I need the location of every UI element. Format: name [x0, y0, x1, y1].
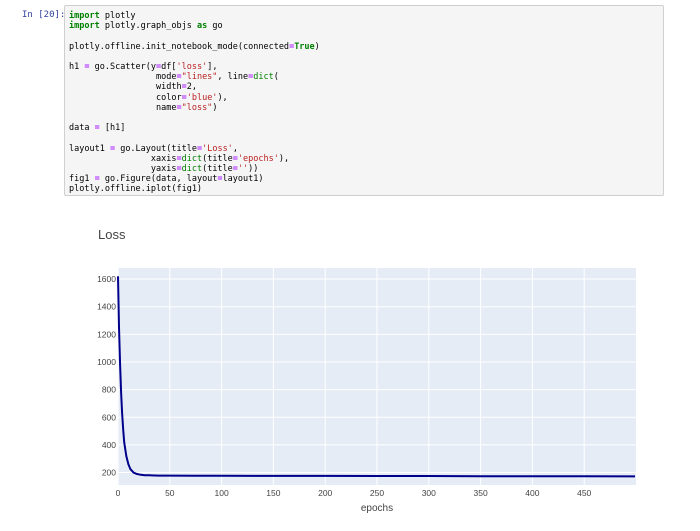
code-line: fig1 = go.Figure(data, layout=layout1) [69, 174, 264, 184]
code-token: plotly [99, 11, 136, 21]
loss-chart[interactable]: Loss 200 400 600 800 1000 1200 1400 1600 0 50 100… [0, 200, 700, 526]
x-tick-label: 0 [116, 488, 121, 498]
y-tick-label: 1600 [97, 274, 116, 284]
y-tick-label: 1000 [97, 357, 116, 367]
y-tick-label: 1200 [97, 329, 116, 339]
x-axis-ticks: 0 50 100 150 200 250 300 350 400 450 [116, 488, 592, 498]
code-line: layout1 = go.Layout(title='Loss', [69, 144, 238, 154]
x-tick-label: 350 [474, 488, 488, 498]
x-tick-label: 450 [577, 488, 591, 498]
code-line: plotly.offline.init_notebook_mode(connec… [69, 42, 320, 52]
code-token: (title [202, 164, 233, 175]
code-token: go [207, 21, 223, 32]
cell-prompt: In [20]: [22, 10, 66, 20]
code-token: , [232, 143, 238, 154]
code-editor[interactable]: import plotly import plotly.graph_objs a… [65, 6, 663, 195]
code-line: color='blue'), [69, 93, 228, 103]
code-token: import [69, 21, 100, 32]
code-token: ( [273, 72, 279, 83]
code-token: ) [314, 41, 320, 52]
y-tick-label: 200 [102, 468, 116, 478]
code-line: width=2, [69, 82, 197, 92]
code-token: fig1 [69, 174, 95, 185]
code-token: yaxis [69, 164, 177, 175]
code-token: '' [237, 164, 249, 175]
code-token: width [69, 82, 182, 93]
code-token: ), [217, 92, 228, 103]
x-tick-label: 50 [165, 488, 175, 498]
code-line: yaxis=dict(title='')) [69, 164, 259, 175]
code-line: name="loss") [69, 103, 217, 113]
code-token: import [69, 11, 100, 21]
code-token: (title [202, 153, 233, 164]
chart-title: Loss [98, 227, 126, 242]
y-tick-label: 400 [102, 440, 116, 450]
code-line: import plotly [69, 11, 136, 21]
code-line: data = [h1] [69, 123, 125, 133]
code-token: 'loss' [176, 62, 208, 73]
code-token: plotly.offline.iplot(fig1) [69, 184, 203, 195]
y-tick-label: 800 [102, 385, 116, 395]
code-token: [h1] [99, 123, 126, 134]
code-token: color [69, 92, 182, 103]
code-token: data [69, 123, 95, 134]
x-tick-label: 400 [525, 488, 539, 498]
code-token: 'Loss' [202, 143, 233, 154]
code-token: layout1) [222, 174, 264, 185]
x-tick-label: 150 [266, 488, 280, 498]
x-tick-label: 100 [215, 488, 229, 498]
code-line: h1 = go.Scatter(y=df['loss'], [69, 62, 217, 72]
code-token: mode [69, 72, 177, 83]
code-cell[interactable]: import plotly import plotly.graph_objs a… [64, 5, 664, 196]
code-token: "loss" [181, 102, 213, 113]
code-token: 2, [186, 82, 197, 93]
code-token: as [196, 21, 208, 32]
code-token: ), [278, 153, 290, 164]
code-line: xaxis=dict(title='epochs'), [69, 154, 289, 164]
code-line: mode="lines", line=dict( [69, 72, 279, 82]
code-line: plotly.offline.iplot(fig1) [69, 184, 202, 194]
code-token: plotly.offline.init_notebook_mode(connec… [69, 41, 290, 52]
y-tick-label: 1400 [97, 302, 116, 312]
code-token: dict [181, 153, 203, 164]
code-token: plotly.graph_objs [99, 21, 197, 32]
code-token: go.Layout(title [115, 143, 197, 154]
code-token: layout1 [69, 143, 110, 154]
code-token: go.Figure(data, layout [99, 174, 218, 185]
code-token: dict [181, 164, 203, 175]
code-token: )) [248, 164, 259, 175]
x-tick-label: 250 [370, 488, 384, 498]
code-token: h1 [69, 62, 85, 73]
code-line: import plotly.graph_objs as go [69, 21, 223, 31]
code-token: ], [207, 62, 218, 73]
code-token: , line [217, 72, 249, 83]
x-tick-label: 300 [422, 488, 436, 498]
x-axis-title: epochs [361, 503, 393, 514]
code-token: 'blue' [186, 92, 218, 103]
code-token: ) [212, 102, 218, 113]
code-token: "lines" [181, 72, 218, 83]
code-token: go.Scatter(y [89, 62, 157, 73]
x-tick-label: 200 [318, 488, 332, 498]
code-token: dict [253, 72, 274, 83]
code-token: True [294, 41, 315, 52]
output-area: Loss 200 400 600 800 1000 1200 1400 1600 0 50 100… [0, 200, 700, 526]
code-token: xaxis [69, 153, 177, 164]
y-tick-label: 600 [102, 412, 116, 422]
code-token: 'epochs' [237, 153, 279, 164]
code-token: name [69, 102, 177, 113]
code-token: df[ [161, 62, 177, 73]
y-axis-ticks: 200 400 600 800 1000 1200 1400 1600 [97, 274, 116, 478]
